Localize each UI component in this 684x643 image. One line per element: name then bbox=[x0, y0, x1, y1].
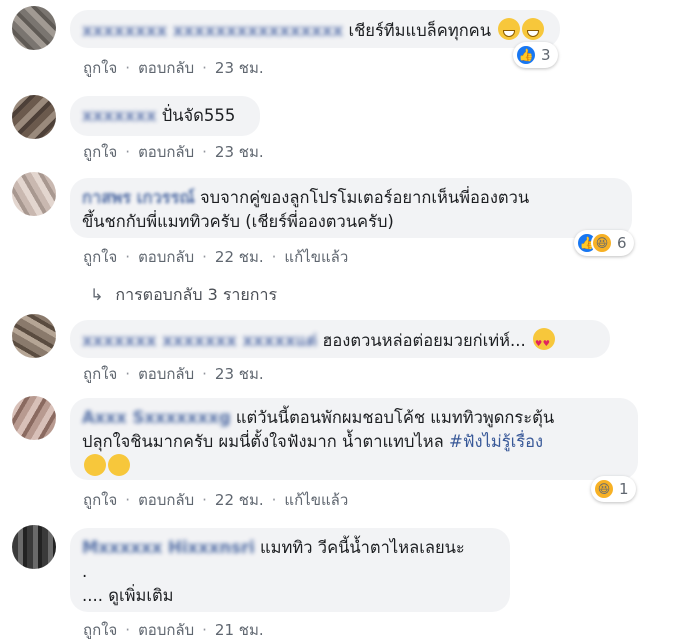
comment-text: ขึ้นชกกับพี่แมททิวครับ (เชียร์พี่อองตวนค… bbox=[82, 212, 394, 231]
comment-bubble: Axxx Sxxxxxxxg แต่วันนี้ตอนพักผมชอบโค้ช … bbox=[70, 398, 638, 480]
comment-text: แต่วันนี้ตอนพักผมชอบโค้ช แมททิวพูดกระตุ้… bbox=[235, 408, 555, 427]
comment-text: ปั่นจัด555 bbox=[161, 106, 236, 125]
edited-label[interactable]: แก้ไขแล้ว bbox=[284, 491, 348, 509]
like-button[interactable]: ถูกใจ bbox=[83, 248, 117, 266]
comment-bubble: xxxxxxx ปั่นจัด555 bbox=[70, 96, 260, 136]
comment-bubble: xxxxxxxx xxxxxxxxxxxxxxxx เชียร์ทีมแบล็ค… bbox=[70, 10, 560, 48]
comment-author[interactable]: Axxx Sxxxxxxxg bbox=[82, 408, 231, 427]
grinning-emoji-icon bbox=[498, 18, 521, 40]
grinning-emoji-icon bbox=[522, 18, 545, 40]
comment-bubble: xxxxxxx xxxxxxx xxxxxแต่ ฮองตวนหล่อต่อยม… bbox=[70, 320, 610, 358]
haha-icon: 😆 bbox=[593, 478, 615, 500]
separator: · bbox=[125, 621, 131, 639]
comment-author[interactable]: Mxxxxxx Hixxxnsri bbox=[82, 538, 255, 557]
avatar[interactable] bbox=[12, 6, 56, 50]
like-button[interactable]: ถูกใจ bbox=[83, 365, 117, 383]
reaction-summary[interactable]: 😆 1 bbox=[591, 476, 636, 502]
comment-bubble: กาสพร เกวรรณ์ จบจากคู่ของลูกโปรโมเตอร์อย… bbox=[70, 178, 632, 238]
reaction-count: 6 bbox=[617, 234, 627, 252]
separator: · bbox=[125, 59, 131, 77]
separator: · bbox=[202, 59, 207, 77]
separator: · bbox=[125, 365, 131, 383]
comment-author[interactable]: xxxxxxx bbox=[82, 106, 157, 125]
avatar[interactable] bbox=[12, 525, 56, 569]
comment-actions: ถูกใจ · ตอบกลับ · 21 ชม. bbox=[83, 618, 264, 642]
avatar[interactable] bbox=[12, 95, 56, 139]
timestamp[interactable]: 22 ชม. bbox=[215, 491, 264, 509]
comment-actions: ถูกใจ · ตอบกลับ · 22 ชม. · แก้ไขแล้ว bbox=[83, 488, 348, 512]
heart-eyes-emoji-icon bbox=[532, 328, 555, 356]
avatar[interactable] bbox=[12, 314, 56, 358]
separator: · bbox=[125, 248, 131, 266]
comment-text: . bbox=[82, 562, 88, 581]
timestamp[interactable]: 23 ชม. bbox=[215, 59, 264, 77]
replies-count-label[interactable]: การตอบกลับ 3 รายการ bbox=[115, 285, 277, 304]
reaction-summary[interactable]: 👍 3 bbox=[513, 42, 558, 68]
like-button[interactable]: ถูกใจ bbox=[83, 621, 117, 639]
timestamp[interactable]: 21 ชม. bbox=[215, 621, 264, 639]
reply-button[interactable]: ตอบกลับ bbox=[138, 143, 194, 161]
haha-icon: 😆 bbox=[591, 232, 613, 254]
comment-actions: ถูกใจ · ตอบกลับ · 23 ชม. bbox=[83, 362, 264, 386]
reply-button[interactable]: ตอบกลับ bbox=[138, 621, 194, 639]
like-button[interactable]: ถูกใจ bbox=[83, 59, 117, 77]
like-icon: 👍 bbox=[515, 44, 537, 66]
comment-author[interactable]: xxxxxxxx xxxxxxxxxxxxxxxx bbox=[82, 21, 343, 40]
comment-text: ฮองตวนหล่อต่อยมวยก่เท่ห์... bbox=[322, 331, 526, 350]
comment-text: แมททิว วีคนี้น้ำตาไหลเลยนะ bbox=[260, 538, 465, 557]
reply-button[interactable]: ตอบกลับ bbox=[138, 491, 194, 509]
reply-arrow-icon: ↳ bbox=[90, 285, 104, 304]
edited-label[interactable]: แก้ไขแล้ว bbox=[284, 248, 348, 266]
comment-text: ปลุกใจชินมากครับ ผมนี่ตั้งใจฟังมาก น้ำตา… bbox=[82, 432, 444, 451]
separator: · bbox=[202, 491, 207, 509]
see-more-link[interactable]: .... ดูเพิ่มเติม bbox=[82, 584, 498, 608]
reaction-summary[interactable]: 👍 😆 6 bbox=[574, 230, 634, 256]
separator: · bbox=[202, 248, 207, 266]
crying-emoji-icon bbox=[84, 454, 106, 476]
comment-actions: ถูกใจ · ตอบกลับ · 23 ชม. bbox=[83, 56, 264, 80]
timestamp[interactable]: 23 ชม. bbox=[215, 143, 264, 161]
timestamp[interactable]: 23 ชม. bbox=[215, 365, 264, 383]
separator: · bbox=[271, 491, 277, 509]
avatar[interactable] bbox=[12, 396, 56, 440]
comment-actions: ถูกใจ · ตอบกลับ · 22 ชม. · แก้ไขแล้ว bbox=[83, 245, 348, 269]
comment-author[interactable]: กาสพร เกวรรณ์ bbox=[82, 188, 195, 207]
reaction-count: 3 bbox=[541, 46, 551, 64]
crying-emoji-icon bbox=[108, 454, 130, 476]
comment-text: เชียร์ทีมแบล็คทุกคน bbox=[348, 21, 491, 40]
reply-button[interactable]: ตอบกลับ bbox=[138, 365, 194, 383]
separator: · bbox=[125, 491, 131, 509]
reply-button[interactable]: ตอบกลับ bbox=[138, 59, 194, 77]
separator: · bbox=[125, 143, 131, 161]
like-button[interactable]: ถูกใจ bbox=[83, 143, 117, 161]
timestamp[interactable]: 22 ชม. bbox=[215, 248, 264, 266]
comment-text: จบจากคู่ของลูกโปรโมเตอร์อยากเห็นพี่อองตว… bbox=[200, 188, 530, 207]
view-replies-link[interactable]: ↳ การตอบกลับ 3 รายการ bbox=[90, 283, 277, 308]
separator: · bbox=[271, 248, 277, 266]
hashtag-link[interactable]: #ฟังไม่รู้เรื่อง bbox=[449, 432, 543, 451]
reply-button[interactable]: ตอบกลับ bbox=[138, 248, 194, 266]
separator: · bbox=[202, 143, 207, 161]
comment-author[interactable]: xxxxxxx xxxxxxx xxxxxแต่ bbox=[82, 331, 317, 350]
separator: · bbox=[202, 621, 207, 639]
reaction-count: 1 bbox=[619, 480, 629, 498]
like-button[interactable]: ถูกใจ bbox=[83, 491, 117, 509]
avatar[interactable] bbox=[12, 172, 56, 216]
separator: · bbox=[202, 365, 207, 383]
comment-bubble: Mxxxxxx Hixxxnsri แมททิว วีคนี้น้ำตาไหลเ… bbox=[70, 528, 510, 612]
comment-actions: ถูกใจ · ตอบกลับ · 23 ชม. bbox=[83, 140, 264, 164]
